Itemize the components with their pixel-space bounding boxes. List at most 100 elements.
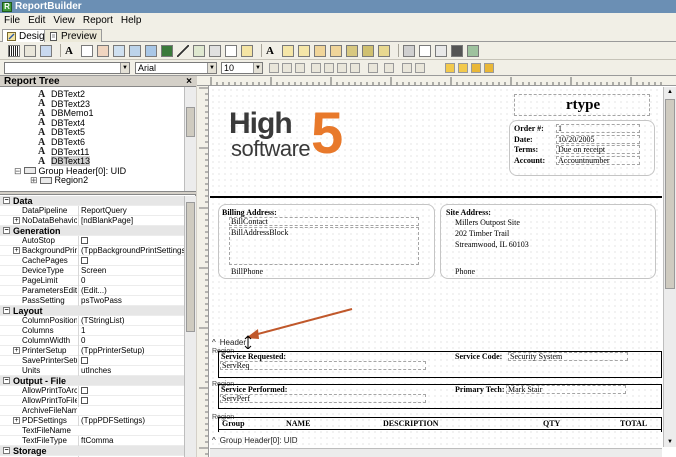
- region-tool-icon[interactable]: [403, 44, 415, 57]
- expand-icon[interactable]: +: [13, 247, 20, 254]
- collapse-icon[interactable]: −: [3, 377, 10, 384]
- paint-tool-icon[interactable]: [451, 44, 463, 57]
- inspector-property[interactable]: ArchiveFileName: [0, 406, 184, 416]
- table-icon[interactable]: [435, 44, 447, 57]
- line-icon[interactable]: [177, 44, 189, 57]
- image-icon[interactable]: [145, 44, 157, 57]
- menu-help[interactable]: Help: [121, 15, 142, 26]
- rtype-field[interactable]: rtype: [566, 97, 600, 114]
- property-checkbox[interactable]: [81, 357, 88, 364]
- site-line-1[interactable]: Millers Outpost Site: [455, 218, 520, 227]
- font-name-combo[interactable]: Arial ▼: [135, 62, 217, 74]
- justify-icon[interactable]: [350, 63, 360, 73]
- property-value[interactable]: 1: [78, 326, 184, 336]
- property-checkbox[interactable]: [81, 387, 88, 394]
- page-break-icon[interactable]: [419, 44, 431, 57]
- pane-splitter[interactable]: [0, 191, 196, 195]
- property-checkbox[interactable]: [81, 257, 88, 264]
- property-value[interactable]: ftComma: [78, 436, 184, 446]
- inspector-property[interactable]: AllowPrintToArchiv: [0, 386, 184, 397]
- dbtext-icon[interactable]: [282, 44, 294, 57]
- dbbarcode-icon[interactable]: [362, 44, 374, 57]
- inspector-property[interactable]: ParametersEditor(Edit...): [0, 286, 184, 296]
- inspector-property[interactable]: TextFileName: [0, 426, 184, 436]
- checkbox-icon[interactable]: [225, 44, 237, 57]
- order-field-value[interactable]: 10/20/2005: [558, 135, 594, 144]
- canvas-horizontal-scrollbar[interactable]: [210, 448, 662, 457]
- group-header-band-label[interactable]: ^ Group Header[0]: UID: [210, 436, 662, 445]
- barcode-icon[interactable]: [8, 44, 20, 57]
- order-field-value[interactable]: 1: [558, 124, 562, 133]
- send-backward-icon[interactable]: [458, 63, 468, 73]
- inspector-property[interactable]: SavePrinterSetup: [0, 356, 184, 367]
- property-value[interactable]: psTwoPass: [78, 296, 184, 306]
- subreport-icon[interactable]: [241, 44, 253, 57]
- service-requested-field[interactable]: ServReq: [222, 361, 250, 370]
- close-icon[interactable]: ×: [186, 76, 192, 87]
- bill-address-field[interactable]: BillAddressBlock: [231, 228, 288, 237]
- property-checkbox[interactable]: [81, 397, 88, 404]
- highlight-color-icon[interactable]: [384, 63, 394, 73]
- tree-item[interactable]: ⊟ Group Header[0]: UID: [14, 166, 126, 176]
- property-value[interactable]: (TppPrinterSetup): [78, 346, 184, 356]
- inspector-scrollbar[interactable]: [184, 196, 196, 457]
- expand-icon[interactable]: +: [13, 417, 20, 424]
- property-value[interactable]: (Edit...): [78, 286, 184, 296]
- collapse-icon[interactable]: −: [3, 447, 10, 454]
- inspector-property[interactable]: + PrinterSetup (TppPrinterSetup): [0, 346, 184, 356]
- menu-report[interactable]: Report: [83, 15, 113, 26]
- variable-icon[interactable]: [129, 44, 141, 57]
- anchor-icon[interactable]: [402, 63, 412, 73]
- report-canvas[interactable]: High software 5 rtype Order #: 1 Date: 10/2…: [210, 87, 662, 449]
- inspector-category[interactable]: − Storage: [0, 446, 184, 456]
- inspector-category[interactable]: − Layout: [0, 306, 184, 316]
- border-icon[interactable]: [415, 63, 425, 73]
- menu-file[interactable]: File: [4, 15, 20, 26]
- component-combo[interactable]: ▼: [4, 62, 130, 74]
- order-field-value[interactable]: Due on receipt: [558, 145, 605, 154]
- dbmemo-icon[interactable]: [298, 44, 310, 57]
- memo-icon[interactable]: [81, 44, 93, 57]
- tree-item[interactable]: A DBText4: [38, 118, 85, 128]
- inspector-property[interactable]: Units utInches: [0, 366, 184, 376]
- property-value[interactable]: [ndBlankPage]: [78, 216, 184, 226]
- canvas-vertical-scrollbar[interactable]: ▲ ▼: [663, 87, 676, 447]
- tree-item[interactable]: A DBText6: [38, 137, 85, 147]
- collapse-icon[interactable]: ⊟: [14, 166, 22, 176]
- expand-icon[interactable]: ⊞: [30, 175, 38, 185]
- dbcalc-icon[interactable]: [330, 44, 342, 57]
- primary-tech-value[interactable]: Mark Stair: [508, 385, 542, 394]
- menu-view[interactable]: View: [53, 15, 75, 26]
- service-performed-box[interactable]: [220, 394, 426, 403]
- underline-icon[interactable]: [295, 63, 305, 73]
- tab-preview[interactable]: Preview: [44, 29, 102, 42]
- inspector-category[interactable]: − Output - File: [0, 376, 184, 386]
- canvas-scrollbar-thumb[interactable]: [665, 99, 675, 289]
- service-performed-field[interactable]: ServPerf: [222, 394, 250, 403]
- bold-icon[interactable]: [269, 63, 279, 73]
- inspector-property[interactable]: ColumnPositions (TStringList): [0, 316, 184, 326]
- inspector-property[interactable]: Columns 1: [0, 326, 184, 336]
- site-phone-field[interactable]: Phone: [455, 267, 475, 276]
- inspector-property[interactable]: PageLimit 0: [0, 276, 184, 286]
- align-left-icon[interactable]: [311, 63, 321, 73]
- inspector-property[interactable]: PassSetting psTwoPass: [0, 296, 184, 306]
- dbcheckbox-icon[interactable]: [378, 44, 390, 57]
- dbrichtext-icon[interactable]: [314, 44, 326, 57]
- inspector-scrollbar-thumb[interactable]: [186, 202, 195, 332]
- tree-item[interactable]: A DBText13: [38, 156, 91, 167]
- expand-icon[interactable]: +: [13, 217, 20, 224]
- dbimage-icon[interactable]: [346, 44, 358, 57]
- property-value[interactable]: (TStringList): [78, 316, 184, 326]
- tree-item[interactable]: A DBText2: [38, 89, 85, 99]
- service-requested-box[interactable]: [220, 361, 426, 370]
- bring-forward-icon[interactable]: [445, 63, 455, 73]
- font-color-icon[interactable]: [368, 63, 378, 73]
- inspector-property[interactable]: +BackgroundPrintSe(TppBackgroundPrintSet…: [0, 246, 184, 256]
- inspector-property[interactable]: + PDFSettings (TppPDFSettings): [0, 416, 184, 426]
- inspector-property[interactable]: TextFileType ftComma: [0, 436, 184, 446]
- tree-item[interactable]: A DBText23: [38, 99, 90, 109]
- inspector-property[interactable]: CachePages: [0, 256, 184, 267]
- tree-item[interactable]: A DBText5: [38, 127, 85, 137]
- collapse-icon[interactable]: −: [3, 227, 10, 234]
